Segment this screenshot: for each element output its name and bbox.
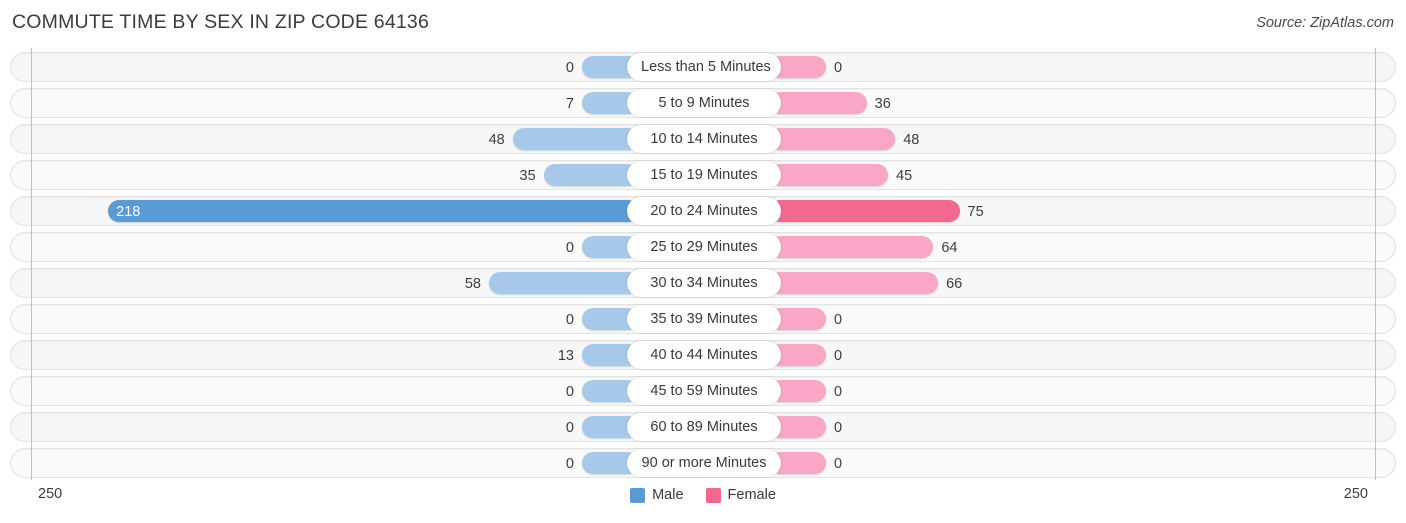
chart-row[interactable]: 58 66 30 to 34 Minutes [10, 268, 1396, 298]
value-label-male: 35 [519, 168, 536, 184]
value-label-female: 36 [874, 96, 891, 112]
bar-female[interactable] [769, 164, 889, 186]
category-label: 35 to 39 Minutes [627, 305, 781, 333]
chart-row[interactable]: 0 0 45 to 59 Minutes [10, 376, 1396, 406]
chart-row[interactable]: 0 0 35 to 39 Minutes [10, 304, 1396, 334]
chart-row[interactable]: 0 0 90 or more Minutes [10, 448, 1396, 478]
category-label: 30 to 34 Minutes [627, 269, 781, 297]
value-label-female: 64 [941, 240, 958, 256]
value-label-female: 75 [967, 204, 984, 220]
chart-legend: Male Female [0, 487, 1406, 503]
value-label-female: 45 [896, 168, 913, 184]
value-label-female: 48 [903, 132, 920, 148]
source-attribution: Source: ZipAtlas.com [1256, 15, 1394, 31]
chart-row[interactable]: 0 0 60 to 89 Minutes [10, 412, 1396, 442]
value-label-male: 0 [565, 240, 574, 256]
chart-row[interactable]: 35 45 15 to 19 Minutes [10, 160, 1396, 190]
value-label-male: 218 [116, 204, 141, 220]
value-label-female: 0 [834, 312, 843, 328]
legend-item-female[interactable]: Female [705, 487, 776, 503]
category-label: 60 to 89 Minutes [627, 413, 781, 441]
value-label-male: 0 [565, 60, 574, 76]
bar-female[interactable] [769, 92, 867, 114]
chart-row[interactable]: 0 64 25 to 29 Minutes [10, 232, 1396, 262]
value-label-female: 0 [834, 348, 843, 364]
value-label-male: 0 [565, 384, 574, 400]
chart-root: COMMUTE TIME BY SEX IN ZIP CODE 64136 So… [0, 0, 1406, 523]
category-label: 5 to 9 Minutes [627, 89, 781, 117]
chart-row[interactable]: 13 0 40 to 44 Minutes [10, 340, 1396, 370]
value-label-female: 0 [834, 456, 843, 472]
bar-male[interactable] [108, 200, 639, 222]
chart-row[interactable]: 48 48 10 to 14 Minutes [10, 124, 1396, 154]
chart-row[interactable]: 0 0 Less than 5 Minutes [10, 52, 1396, 82]
category-label: 25 to 29 Minutes [627, 233, 781, 261]
category-label: 45 to 59 Minutes [627, 377, 781, 405]
legend-swatch-female-icon [705, 487, 721, 503]
value-label-male: 48 [488, 132, 505, 148]
value-label-male: 58 [464, 276, 481, 292]
chart-plot-area: 0 0 Less than 5 Minutes 7 36 5 to 9 Minutes 48… [0, 48, 1406, 480]
category-label: 15 to 19 Minutes [627, 161, 781, 189]
bar-male[interactable] [543, 164, 639, 186]
category-label: 90 or more Minutes [627, 449, 781, 477]
category-label: 20 to 24 Minutes [627, 197, 781, 225]
chart-row[interactable]: 218 75 20 to 24 Minutes [10, 196, 1396, 226]
chart-header: COMMUTE TIME BY SEX IN ZIP CODE 64136 So… [0, 0, 1406, 46]
bar-female[interactable] [769, 200, 960, 222]
legend-swatch-male-icon [630, 487, 646, 503]
bar-male[interactable] [488, 272, 639, 294]
chart-row[interactable]: 7 36 5 to 9 Minutes [10, 88, 1396, 118]
category-label: Less than 5 Minutes [627, 53, 781, 81]
value-label-male: 0 [565, 420, 574, 436]
bar-female[interactable] [769, 236, 934, 258]
value-label-female: 0 [834, 384, 843, 400]
axis-line-right [1375, 48, 1376, 480]
value-label-male: 0 [565, 312, 574, 328]
legend-label-male: Male [652, 487, 684, 503]
value-label-male: 13 [557, 348, 574, 364]
value-label-male: 7 [565, 96, 574, 112]
legend-item-male[interactable]: Male [630, 487, 684, 503]
category-label: 10 to 14 Minutes [627, 125, 781, 153]
page-title: COMMUTE TIME BY SEX IN ZIP CODE 64136 [12, 11, 430, 33]
value-label-female: 66 [946, 276, 963, 292]
value-label-female: 0 [834, 60, 843, 76]
value-label-male: 0 [565, 456, 574, 472]
chart-footer: 250 250 Male Female [0, 482, 1406, 523]
category-label: 40 to 44 Minutes [627, 341, 781, 369]
bar-female[interactable] [769, 128, 896, 150]
value-label-female: 0 [834, 420, 843, 436]
bar-male[interactable] [512, 128, 639, 150]
legend-label-female: Female [727, 487, 776, 503]
bar-female[interactable] [769, 272, 939, 294]
axis-line-left [31, 48, 32, 480]
